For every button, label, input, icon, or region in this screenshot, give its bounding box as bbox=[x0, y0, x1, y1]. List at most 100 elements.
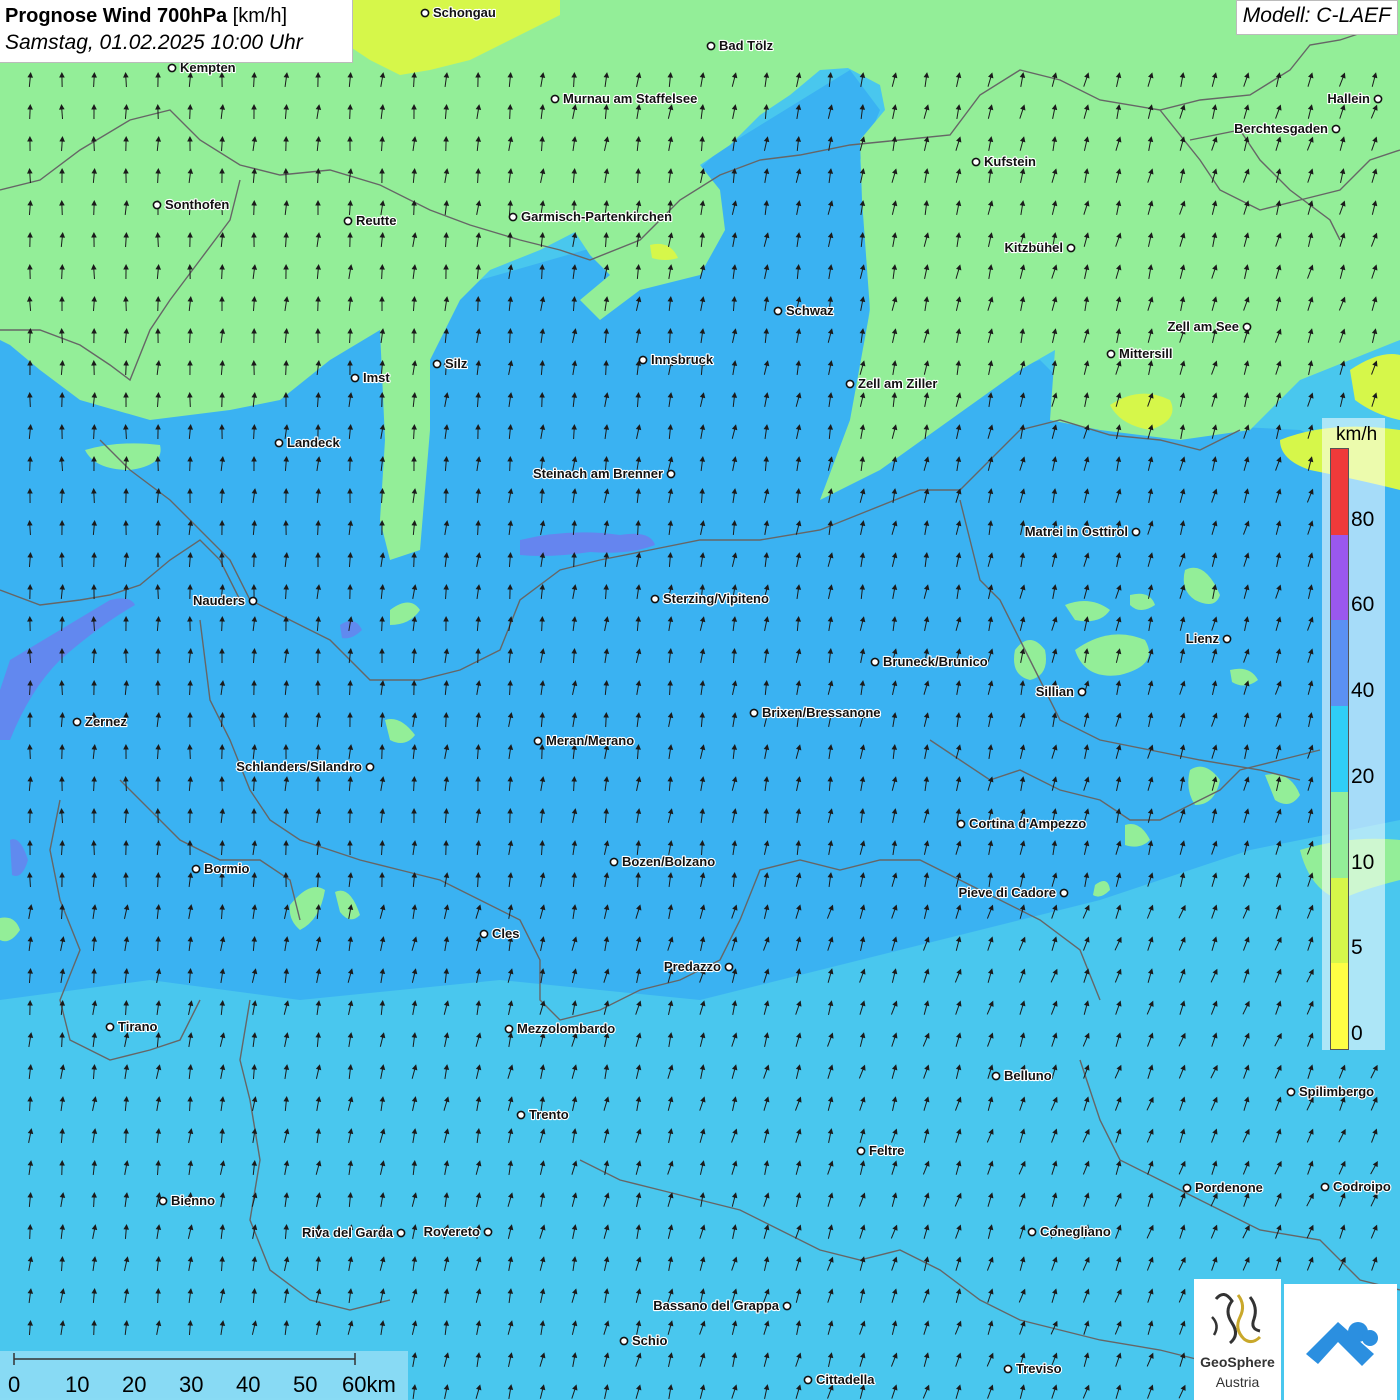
city-dot bbox=[350, 373, 360, 383]
city-dot bbox=[991, 1071, 1001, 1081]
legend-tick-label: 40 bbox=[1351, 679, 1375, 703]
city-marker: Brixen/Bressanone bbox=[749, 704, 882, 721]
city-marker: Sonthofen bbox=[152, 196, 230, 213]
city-dot bbox=[1242, 322, 1252, 332]
city-marker: Bassano del Grappa bbox=[652, 1297, 792, 1314]
city-dot bbox=[803, 1375, 813, 1385]
legend-tick-label: 5 bbox=[1351, 936, 1363, 960]
color-legend bbox=[1330, 448, 1349, 1050]
city-label: Sonthofen bbox=[165, 197, 229, 212]
city-dot bbox=[1027, 1227, 1037, 1237]
city-label: Zell am See bbox=[1167, 319, 1239, 334]
city-dot bbox=[773, 306, 783, 316]
legend-tick-label: 20 bbox=[1351, 764, 1375, 788]
legend-tick-label: 0 bbox=[1351, 1022, 1363, 1045]
city-label: Mittersill bbox=[1119, 346, 1172, 361]
city-label: Bassano del Grappa bbox=[653, 1298, 779, 1313]
model-label: Modell: C-LAEF bbox=[1235, 0, 1398, 35]
city-dot bbox=[432, 359, 442, 369]
city-label: Imst bbox=[363, 370, 390, 385]
city-dot bbox=[1003, 1364, 1013, 1374]
city-dot bbox=[782, 1301, 792, 1311]
city-label: Mezzolombardo bbox=[517, 1021, 615, 1036]
city-label: Spilimbergo bbox=[1299, 1084, 1374, 1099]
title-unit: [km/h] bbox=[232, 5, 288, 27]
city-label: Bad Tölz bbox=[719, 38, 774, 53]
city-label: Zernez bbox=[85, 714, 127, 729]
city-label: Murnau am Staffelsee bbox=[563, 91, 697, 106]
title-main: Prognose Wind 700hPa bbox=[5, 5, 228, 27]
city-dot bbox=[479, 929, 489, 939]
scale-label: 10 bbox=[65, 1372, 90, 1397]
city-marker: Cortina d'Ampezzo bbox=[956, 815, 1087, 832]
geosphere-name: GeoSphere bbox=[1200, 1354, 1275, 1370]
city-dot bbox=[420, 8, 430, 18]
city-dot bbox=[516, 1110, 526, 1120]
city-dot bbox=[483, 1227, 493, 1237]
city-marker: Riva del Garda bbox=[301, 1224, 406, 1241]
city-label: Bruneck/Brunico bbox=[883, 654, 988, 669]
city-dot bbox=[72, 717, 82, 727]
city-dot bbox=[274, 438, 284, 448]
city-marker: Pieve di Cadore bbox=[957, 884, 1069, 901]
city-label: Belluno bbox=[1004, 1068, 1052, 1083]
city-dot bbox=[706, 41, 716, 51]
scale-label: 30 bbox=[179, 1372, 204, 1397]
city-dot bbox=[1106, 349, 1116, 359]
city-label: Tirano bbox=[118, 1019, 158, 1034]
city-dot bbox=[365, 762, 375, 772]
scale-label: 40 bbox=[236, 1372, 261, 1397]
city-label: Brixen/Bressanone bbox=[762, 705, 881, 720]
city-dot bbox=[609, 857, 619, 867]
legend-swatch bbox=[1331, 534, 1348, 621]
legend-swatch bbox=[1331, 791, 1348, 878]
geosphere-subtitle: Austria bbox=[1215, 1374, 1260, 1390]
city-dot bbox=[956, 819, 966, 829]
city-label: Garmisch-Partenkirchen bbox=[521, 209, 672, 224]
city-label: Rovereto bbox=[424, 1224, 480, 1239]
city-marker: Conegliano bbox=[1027, 1223, 1112, 1240]
city-label: Cittadella bbox=[816, 1372, 875, 1387]
city-dot bbox=[343, 216, 353, 226]
legend-tick-label: 80 bbox=[1351, 507, 1375, 531]
city-dot bbox=[191, 864, 201, 874]
legend-swatch bbox=[1331, 620, 1348, 707]
weather-app-logo bbox=[1284, 1284, 1397, 1400]
city-label: Conegliano bbox=[1040, 1224, 1111, 1239]
city-dot bbox=[167, 63, 177, 73]
legend-swatch bbox=[1331, 877, 1348, 964]
city-dot bbox=[870, 657, 880, 667]
city-label: Schwaz bbox=[786, 303, 834, 318]
geosphere-emblem-icon bbox=[1211, 1293, 1262, 1345]
city-dot bbox=[1131, 527, 1141, 537]
city-dot bbox=[396, 1228, 406, 1238]
city-label: Treviso bbox=[1016, 1361, 1062, 1376]
city-dot bbox=[1331, 124, 1341, 134]
city-marker: Garmisch-Partenkirchen bbox=[508, 208, 673, 225]
city-marker: Zell am Ziller bbox=[845, 375, 939, 392]
city-dot bbox=[638, 355, 648, 365]
city-label: Cles bbox=[492, 926, 519, 941]
city-label: Matrei in Osttirol bbox=[1025, 524, 1128, 539]
city-label: Schlanders/Silandro bbox=[236, 759, 362, 774]
city-marker: Matrei in Osttirol bbox=[1024, 523, 1141, 540]
city-dot bbox=[550, 94, 560, 104]
city-dot bbox=[845, 379, 855, 389]
city-marker: Schlanders/Silandro bbox=[235, 758, 375, 775]
city-dot bbox=[650, 594, 660, 604]
city-dot bbox=[971, 157, 981, 167]
city-label: Innsbruck bbox=[651, 352, 714, 367]
city-label: Schio bbox=[632, 1333, 667, 1348]
city-dot bbox=[508, 212, 518, 222]
city-marker: Berchtesgaden bbox=[1233, 120, 1341, 137]
map-title: Prognose Wind 700hPa [km/h] bbox=[5, 3, 352, 29]
legend-swatch bbox=[1331, 963, 1348, 1049]
city-dot bbox=[504, 1024, 514, 1034]
city-marker: Bozen/Bolzano bbox=[609, 853, 716, 870]
city-dot bbox=[666, 469, 676, 479]
city-label: Schongau bbox=[433, 5, 496, 20]
city-label: Bozen/Bolzano bbox=[622, 854, 715, 869]
scale-label: 20 bbox=[122, 1372, 147, 1397]
city-label: Cortina d'Ampezzo bbox=[969, 816, 1086, 831]
legend-unit: km/h bbox=[1336, 424, 1378, 445]
